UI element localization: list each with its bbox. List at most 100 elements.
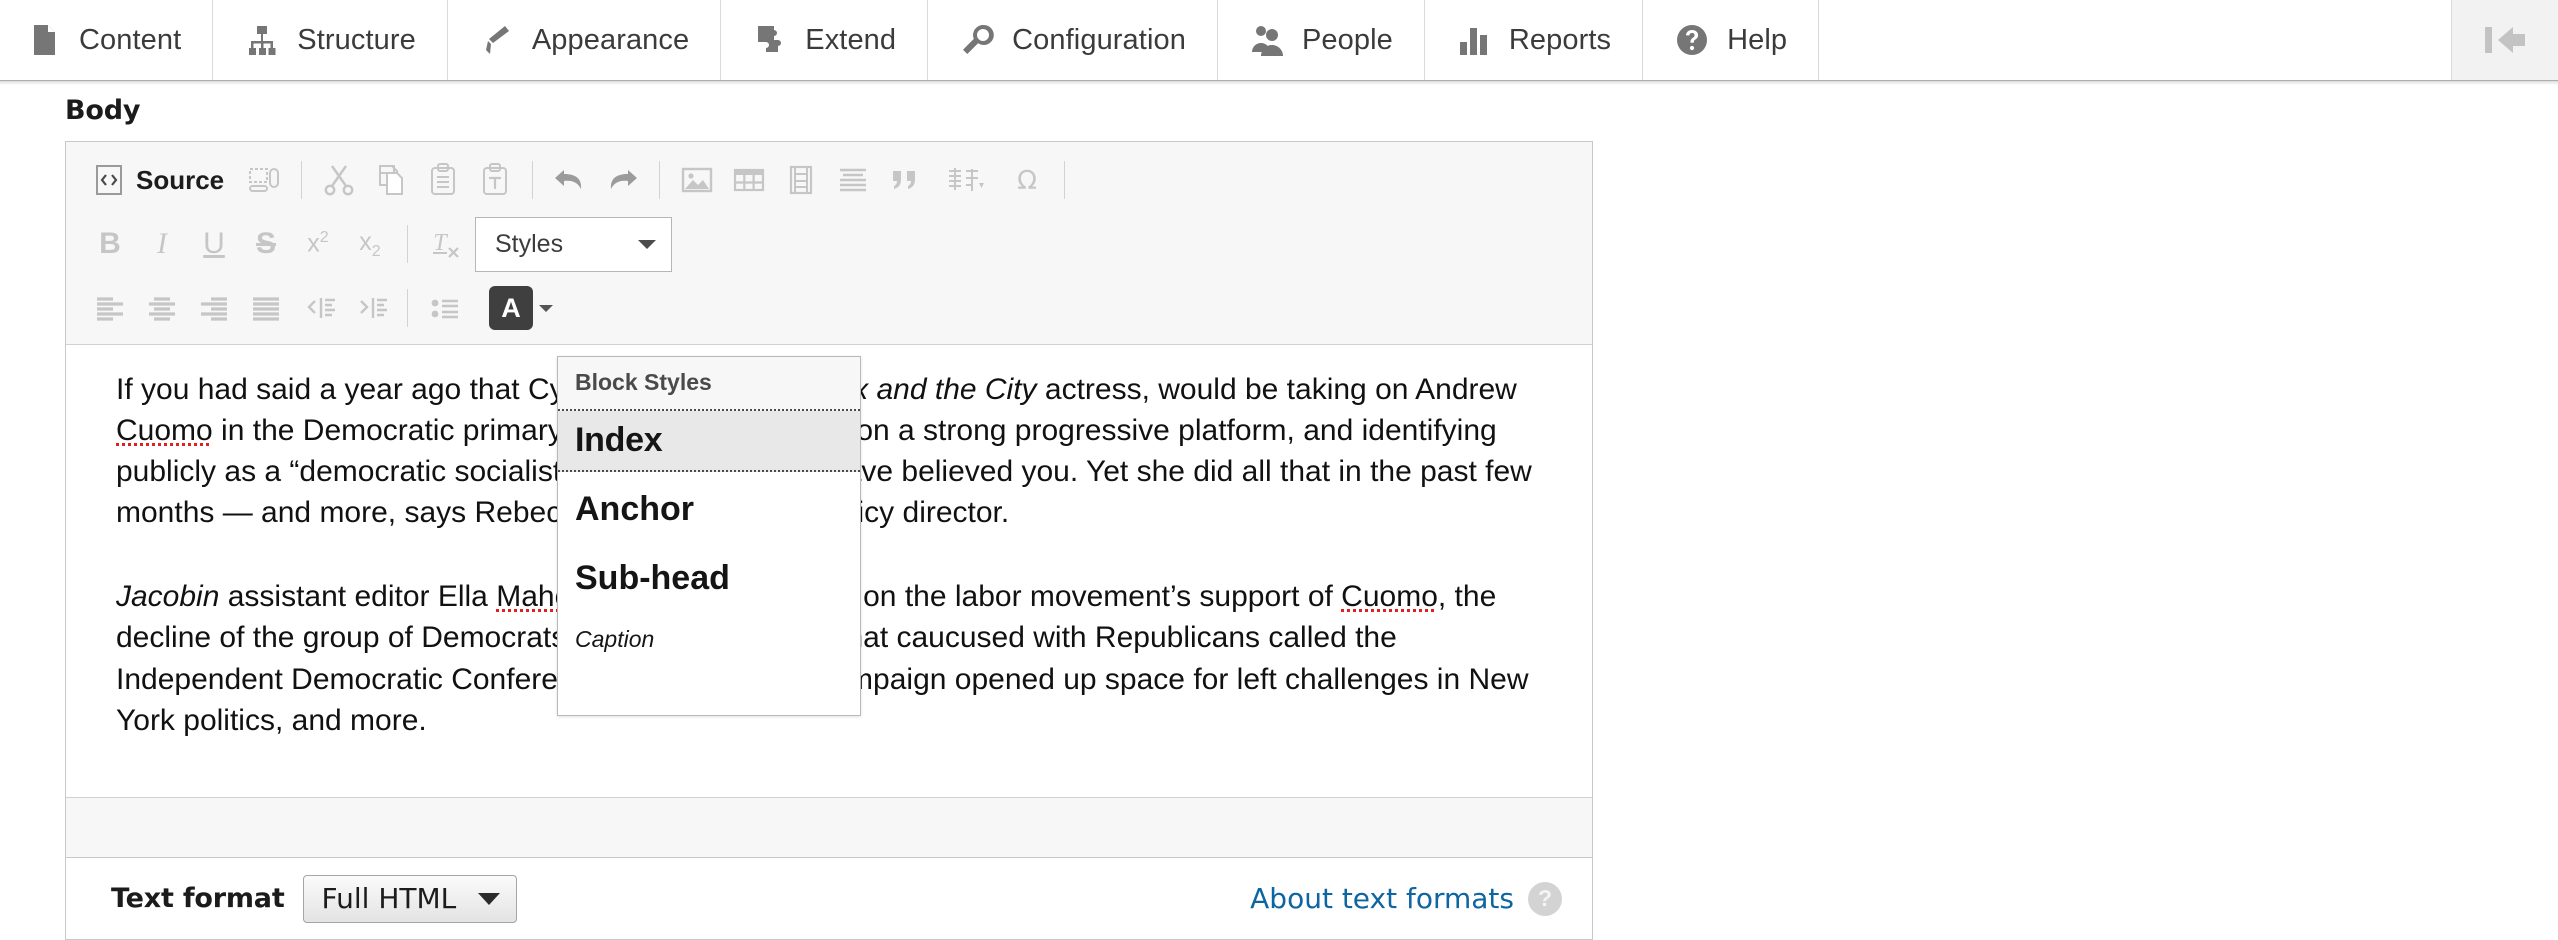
paragraph-1-text-c: in the Democratic prima <box>212 414 538 448</box>
text-color-button[interactable]: A <box>489 286 553 330</box>
paragraph-1-text-b: actress, would be taking on Andrew <box>1036 373 1517 406</box>
source-button[interactable]: Source <box>84 154 238 206</box>
underline-button[interactable]: U <box>188 218 240 270</box>
body-field-wrapper: Body Source Ω B I U S x2 x2 T Styles A I… <box>0 81 2558 940</box>
document-icon <box>26 22 62 58</box>
outdent-button[interactable] <box>292 282 344 334</box>
paragraph-2-text-a: assistant editor Ella <box>219 580 497 614</box>
chevron-down-icon <box>539 304 553 312</box>
styles-option-caption[interactable]: Caption <box>558 612 860 667</box>
language-button[interactable] <box>931 154 1001 206</box>
cut-button[interactable] <box>313 154 365 206</box>
horizontal-rule-button[interactable] <box>827 154 879 206</box>
table-button[interactable] <box>723 154 775 206</box>
styles-dropdown-label: Styles <box>495 229 564 258</box>
editor-toolbox: Source Ω B I U S x2 x2 T Styles A <box>66 142 1592 345</box>
toolbar-item-label: Configuration <box>1012 23 1186 56</box>
toolbar-separator <box>659 161 661 199</box>
toolbar-separator <box>407 225 408 263</box>
admin-toolbar: Content Structure Appearance Extend Conf… <box>0 0 2558 85</box>
italic-button[interactable]: I <box>136 218 188 270</box>
toolbar-item-label: Reports <box>1508 23 1612 56</box>
blockquote-button[interactable] <box>879 154 931 206</box>
editor-resize-bar[interactable] <box>66 797 1592 857</box>
about-text-formats-link[interactable]: About text formats <box>1250 882 1514 915</box>
toolbar-spacer <box>1819 0 2452 80</box>
styles-option-sub-head[interactable]: Sub-head <box>558 543 860 612</box>
misspelled-word-cuomo: Cuomo <box>116 414 213 448</box>
text-format-label: Text format <box>111 883 285 914</box>
collapse-left-arrow-icon[interactable] <box>2452 0 2558 80</box>
toolbar-item-label: Content <box>79 23 182 56</box>
bar-chart-icon <box>1456 22 1492 58</box>
strikethrough-button[interactable]: S <box>240 218 292 270</box>
toolbar-separator <box>1064 161 1066 199</box>
puzzle-piece-icon <box>752 22 788 58</box>
editor-toolbar-row-2: B I U S x2 x2 T Styles <box>66 212 1592 276</box>
svg-text:Ω: Ω <box>1017 166 1037 196</box>
styles-dropdown-panel: Block Styles Index Anchor Sub-head Capti… <box>557 356 861 716</box>
copy-button[interactable] <box>365 154 417 206</box>
toolbar-item-extend[interactable]: Extend <box>721 0 929 80</box>
question-mark-icon <box>1674 22 1710 58</box>
misspelled-word-cuomo-2: Cuomo <box>1341 580 1438 614</box>
toolbar-item-structure[interactable]: Structure <box>213 0 448 80</box>
styles-option-anchor[interactable]: Anchor <box>558 472 860 543</box>
toolbar-item-reports[interactable]: Reports <box>1424 0 1644 80</box>
undo-button[interactable] <box>544 154 596 206</box>
align-center-button[interactable] <box>136 282 188 334</box>
text-color-swatch: A <box>489 286 533 330</box>
people-icon <box>1249 22 1285 58</box>
toolbar-item-content[interactable]: Content <box>0 0 214 80</box>
text-format-row: Text format Full HTML About text formats… <box>65 858 1593 940</box>
media-button[interactable] <box>775 154 827 206</box>
bulleted-list-button[interactable] <box>419 282 471 334</box>
toolbar-item-appearance[interactable]: Appearance <box>447 0 722 80</box>
editor-toolbar-row-3: A <box>66 276 1592 340</box>
image-button[interactable] <box>671 154 723 206</box>
source-button-label: Source <box>136 164 225 195</box>
toolbar-item-people[interactable]: People <box>1217 0 1425 80</box>
toolbar-item-label: Extend <box>805 23 897 56</box>
toolbar-item-configuration[interactable]: Configuration <box>928 0 1218 80</box>
paste-button[interactable] <box>417 154 469 206</box>
ckeditor-container: Source Ω B I U S x2 x2 T Styles A If you… <box>65 141 1593 858</box>
toolbar-item-help[interactable]: Help <box>1643 0 1820 80</box>
styles-panel-group-header: Block Styles <box>558 357 860 411</box>
toolbar-item-label: Appearance <box>531 23 690 56</box>
text-format-select[interactable]: Full HTML <box>302 874 518 923</box>
templates-button[interactable] <box>238 154 290 206</box>
toolbar-separator <box>532 161 534 199</box>
sitemap-icon <box>244 22 280 58</box>
paste-text-button[interactable] <box>469 154 521 206</box>
styles-dropdown-button[interactable]: Styles <box>475 216 672 272</box>
paragraph-2-italic-lead: Jacobin <box>116 580 220 614</box>
chevron-down-icon <box>638 239 656 249</box>
wrench-icon <box>959 22 995 58</box>
toolbar-item-label: Structure <box>297 23 416 56</box>
styles-option-index[interactable]: Index <box>558 411 860 472</box>
chevron-down-icon <box>478 892 501 905</box>
special-character-button[interactable]: Ω <box>1001 154 1053 206</box>
justify-button[interactable] <box>240 282 292 334</box>
bold-button[interactable]: B <box>84 218 136 270</box>
toolbar-separator <box>407 289 408 327</box>
paintbrush-icon <box>479 22 515 58</box>
align-left-button[interactable] <box>84 282 136 334</box>
remove-format-button[interactable]: T <box>419 218 471 270</box>
text-format-selected-value: Full HTML <box>321 882 457 915</box>
redo-button[interactable] <box>596 154 648 206</box>
align-right-button[interactable] <box>188 282 240 334</box>
paragraph-2-text-c: on the labor movement’s support of <box>854 580 1342 614</box>
styles-panel-padding <box>558 667 860 715</box>
toolbar-item-label: People <box>1301 23 1393 56</box>
editor-toolbar-row-1: Source Ω <box>66 148 1592 212</box>
superscript-button[interactable]: x2 <box>292 218 344 270</box>
toolbar-item-label: Help <box>1727 23 1788 56</box>
subscript-button[interactable]: x2 <box>344 218 396 270</box>
about-text-formats-wrapper: About text formats ? <box>1250 881 1562 916</box>
paragraph-1-text-a: If you had said a year ago that <box>116 373 528 406</box>
indent-button[interactable] <box>344 282 396 334</box>
question-mark-icon[interactable]: ? <box>1528 881 1562 916</box>
toolbar-separator <box>301 161 303 199</box>
